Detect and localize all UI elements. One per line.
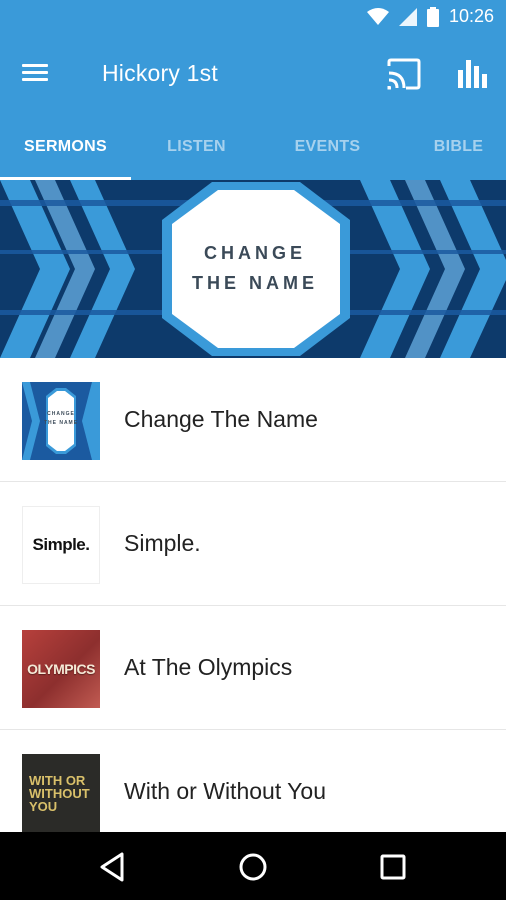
tab-sermons[interactable]: SERMONS (0, 114, 131, 180)
wifi-icon (366, 7, 389, 25)
banner-title: CHANGE THE NAME (170, 238, 340, 298)
thumbnail-caption: CHANGE THE NAME (22, 410, 100, 428)
banner-title-line2: THE NAME (192, 273, 318, 293)
thumbnail-caption: WITH OR WITHOUT YOU (29, 772, 90, 814)
menu-icon-line (22, 64, 48, 67)
signal-icon (398, 7, 417, 26)
tab-bible[interactable]: BIBLE (393, 114, 506, 180)
sermon-thumbnail: Simple. (22, 506, 100, 584)
stats-button[interactable] (456, 56, 490, 90)
list-item[interactable]: CHANGE THE NAME Change The Name (0, 358, 506, 482)
home-button[interactable] (236, 850, 270, 884)
thumbnail-caption-line2: THE NAME (43, 420, 79, 426)
sermon-title: Change The Name (124, 406, 318, 432)
banner-title-line1: CHANGE (203, 243, 306, 263)
app-bar: Hickory 1st (0, 36, 506, 114)
list-item[interactable]: Simple. Simple. (0, 482, 506, 606)
sermon-thumbnail: CHANGE THE NAME (22, 382, 100, 460)
system-nav-bar (0, 832, 506, 900)
sermon-title: Simple. (124, 530, 201, 556)
home-icon (239, 853, 267, 881)
back-icon (100, 852, 124, 882)
sermon-banner[interactable]: CHANGE THE NAME (0, 180, 506, 358)
menu-button[interactable] (22, 60, 56, 90)
sermon-list: CHANGE THE NAME Change The Name Simple. … (0, 358, 506, 854)
thumbnail-caption: OLYMPICS (27, 661, 95, 677)
recents-button[interactable] (376, 850, 410, 884)
thumbnail-caption: Simple. (32, 535, 90, 554)
tab-events[interactable]: EVENTS (262, 114, 393, 180)
status-time: 10:26 (448, 6, 494, 26)
sermon-thumbnail: OLYMPICS (22, 630, 100, 708)
status-icons: 10:26 (366, 6, 494, 27)
menu-icon-line (22, 71, 48, 74)
sermon-title: At The Olympics (124, 654, 293, 680)
stats-icon (458, 60, 487, 88)
status-bar: 10:26 (0, 0, 506, 36)
back-button[interactable] (96, 850, 130, 884)
tab-listen[interactable]: LISTEN (131, 114, 262, 180)
list-item[interactable]: OLYMPICS At The Olympics (0, 606, 506, 730)
app-title: Hickory 1st (102, 60, 218, 86)
thumbnail-caption-line1: CHANGE (47, 411, 75, 417)
tab-bar: SERMONS LISTEN EVENTS BIBLE (0, 114, 506, 180)
menu-icon-line (22, 78, 48, 81)
cast-icon (387, 58, 421, 90)
battery-icon (426, 6, 439, 27)
cast-button[interactable] (386, 58, 422, 90)
sermon-thumbnail: WITH OR WITHOUT YOU (22, 754, 100, 832)
recents-icon (380, 854, 406, 880)
